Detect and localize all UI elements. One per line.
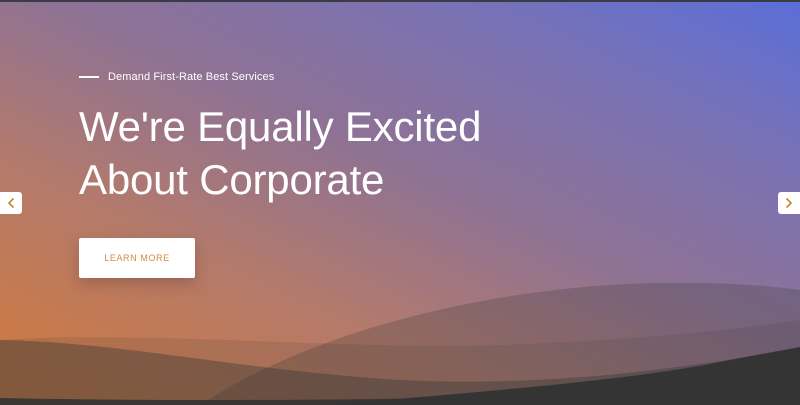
hero-headline: We're Equally Excited About Corporate [79, 100, 639, 206]
eyebrow-text: Demand First-Rate Best Services [108, 71, 275, 83]
chevron-right-icon [786, 198, 792, 208]
eyebrow-line [79, 76, 99, 78]
hero-content: Demand First-Rate Best Services We're Eq… [79, 68, 639, 206]
eyebrow: Demand First-Rate Best Services [79, 68, 639, 86]
chevron-left-icon [8, 198, 14, 208]
learn-more-button[interactable]: LEARN MORE [79, 238, 195, 278]
hero-slider: Demand First-Rate Best Services We're Eq… [0, 0, 800, 405]
headline-line-2: About Corporate [79, 156, 385, 203]
carousel-prev-button[interactable] [0, 192, 22, 214]
headline-line-1: We're Equally Excited [79, 103, 482, 150]
carousel-next-button[interactable] [778, 192, 800, 214]
